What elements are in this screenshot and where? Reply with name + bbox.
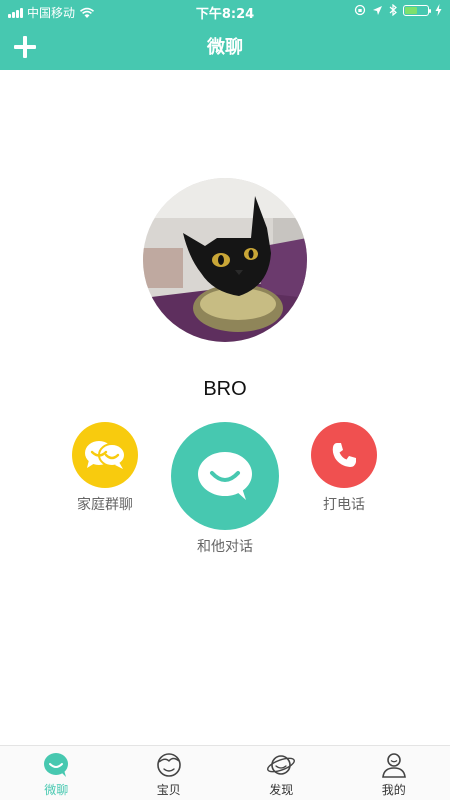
status-right xyxy=(354,4,442,16)
chat-bubble-icon xyxy=(44,753,69,777)
tab-me[interactable]: 我的 xyxy=(338,746,450,800)
talk-button[interactable]: 和他对话 xyxy=(165,422,285,556)
planet-icon xyxy=(267,755,296,775)
tab-bar: 微聊 宝贝 发现 我的 xyxy=(0,745,450,800)
cat-photo xyxy=(143,178,307,342)
smile-chat-bubble-icon xyxy=(198,452,252,500)
tab-me-label: 我的 xyxy=(381,783,406,797)
call-button[interactable]: 打电话 xyxy=(306,422,382,514)
tab-chat[interactable]: 微聊 xyxy=(0,746,113,800)
phone-icon xyxy=(332,443,356,467)
status-bar: 中国移动 下午8:24 xyxy=(0,0,450,22)
talk-label: 和他对话 xyxy=(197,539,253,555)
tab-discover[interactable]: 发现 xyxy=(225,746,338,800)
tab-discover-label: 发现 xyxy=(269,783,294,797)
call-label: 打电话 xyxy=(323,497,365,513)
family-chat-circle[interactable] xyxy=(72,422,138,488)
call-circle[interactable] xyxy=(311,422,377,488)
charging-icon xyxy=(435,4,442,16)
family-chat-label: 家庭群聊 xyxy=(77,497,133,513)
tab-baby-label: 宝贝 xyxy=(156,783,181,797)
header: 中国移动 下午8:24 微聊 xyxy=(0,0,450,70)
location-icon xyxy=(373,5,382,15)
bluetooth-icon xyxy=(389,4,397,16)
tab-baby[interactable]: 宝贝 xyxy=(113,746,226,800)
pet-name: BRO xyxy=(203,378,247,400)
page-title: 微聊 xyxy=(207,37,243,58)
family-chat-button[interactable]: 家庭群聊 xyxy=(70,422,140,514)
rotation-lock-icon xyxy=(354,4,366,16)
battery-icon xyxy=(403,4,431,16)
tab-chat-label: 微聊 xyxy=(44,783,69,797)
avatar[interactable] xyxy=(143,178,307,342)
person-icon xyxy=(381,753,406,778)
double-chat-bubble-icon xyxy=(85,441,126,469)
talk-circle[interactable] xyxy=(171,422,279,530)
baby-face-icon xyxy=(156,753,181,777)
